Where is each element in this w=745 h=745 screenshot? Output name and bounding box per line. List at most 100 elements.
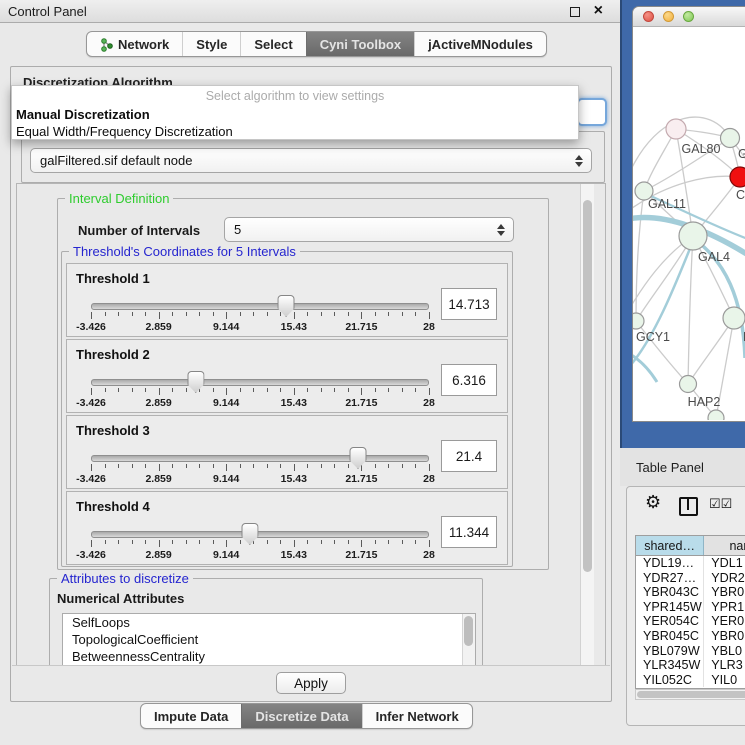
tab-select[interactable]: Select: [240, 32, 305, 56]
node-label-gal80: GAL80: [682, 142, 721, 156]
table-cell[interactable]: YBR0: [704, 585, 745, 600]
network-node-pink[interactable]: [666, 119, 686, 139]
node-attribute-table[interactable]: shared…name YDL19…YDL1YDR27…YDR2YBR043CY…: [635, 535, 745, 689]
float-window-icon[interactable]: [570, 7, 580, 17]
network-node-green[interactable]: [723, 307, 745, 329]
threshold-row-4: Threshold 4-3.4262.8599.14415.4321.71528…: [66, 491, 508, 565]
table-row[interactable]: YDL19…YDL1: [636, 556, 745, 571]
apply-button[interactable]: Apply: [276, 672, 346, 694]
table-cell[interactable]: YBL079W: [636, 644, 704, 659]
table-cell[interactable]: YBR043C: [636, 585, 704, 600]
table-panel: ⚙ ☑☑ shared…name YDL19…YDL1YDR27…YDR2YBR…: [626, 486, 745, 726]
node-label-gal11: GAL11: [648, 197, 686, 211]
attribute-item-topologicalcoefficient[interactable]: TopologicalCoefficient: [63, 631, 475, 648]
network-edge[interactable]: [688, 318, 734, 384]
threshold-value-field[interactable]: 6.316: [441, 364, 497, 396]
interval-definition-title: Interval Definition: [65, 191, 173, 206]
minimize-traffic-light-icon[interactable]: [663, 11, 674, 22]
tab-style[interactable]: Style: [182, 32, 240, 56]
threshold-label: Threshold 1: [76, 271, 150, 286]
algorithm-options: Manual DiscretizationEqual Width/Frequen…: [12, 106, 578, 140]
table-cell[interactable]: YLR345W: [636, 658, 704, 673]
table-cell[interactable]: YDR27…: [636, 571, 704, 586]
combo-spinner-icon: [575, 154, 583, 168]
attributes-list-scrollbar[interactable]: [462, 614, 475, 667]
numerical-attributes-list[interactable]: SelfLoopsTopologicalCoefficientBetweenne…: [62, 613, 476, 667]
table-row[interactable]: YBL079WYBL0: [636, 644, 745, 659]
table-row[interactable]: YBR043CYBR0: [636, 585, 745, 600]
network-node-red[interactable]: [730, 167, 745, 187]
threshold-value-field[interactable]: 14.713: [441, 288, 497, 320]
scale-label: 9.144: [213, 321, 239, 333]
network-edge[interactable]: [636, 191, 644, 321]
table-cell[interactable]: YBR045C: [636, 629, 704, 644]
tab-infer-network[interactable]: Infer Network: [362, 704, 472, 728]
network-node-green[interactable]: [708, 410, 724, 420]
select-rows-checkboxes-icon[interactable]: ☑☑: [709, 496, 732, 512]
table-row[interactable]: YDR27…YDR2: [636, 571, 745, 586]
zoom-traffic-light-icon[interactable]: [683, 11, 694, 22]
network-node-green[interactable]: [679, 222, 707, 250]
tab-discretize-data[interactable]: Discretize Data: [241, 704, 361, 728]
tab-cyni-toolbox[interactable]: Cyni Toolbox: [306, 32, 414, 56]
scale-label: 15.43: [281, 473, 307, 485]
algorithm-option-equal-width-frequency-discretization[interactable]: Equal Width/Frequency Discretization: [12, 123, 578, 140]
network-edge[interactable]: [633, 241, 693, 368]
tab-impute-data[interactable]: Impute Data: [141, 704, 241, 728]
bottom-tab-bar: Impute DataDiscretize DataInfer Network: [140, 703, 473, 729]
table-cell[interactable]: YDL1: [704, 556, 745, 571]
attribute-item-selfloops[interactable]: SelfLoops: [63, 614, 475, 631]
settings-gear-icon[interactable]: ⚙: [645, 492, 661, 513]
table-cell[interactable]: YER054C: [636, 614, 704, 629]
settings-vertical-scrollbar[interactable]: [580, 184, 594, 666]
tab-jactivemnodules[interactable]: jActiveMNodules: [414, 32, 546, 56]
threshold-value-field[interactable]: 21.4: [441, 440, 497, 472]
table-cell[interactable]: YBR0: [704, 629, 745, 644]
threshold-slider[interactable]: -3.4262.8599.14415.4321.71528: [91, 528, 429, 560]
thresholds-group: Threshold's Coordinates for 5 Intervals …: [61, 251, 513, 567]
close-traffic-light-icon[interactable]: [643, 11, 654, 22]
column-header-name[interactable]: name: [704, 536, 745, 555]
slider-track: [91, 303, 429, 310]
network-node-green[interactable]: [633, 313, 644, 329]
algorithm-combobox-focused[interactable]: [577, 98, 607, 126]
table-data-combobox[interactable]: galFiltered.sif default node: [30, 148, 592, 173]
table-horizontal-scrollbar[interactable]: [635, 689, 745, 700]
table-row[interactable]: YER054CYER0: [636, 614, 745, 629]
table-row[interactable]: YBR045CYBR0: [636, 629, 745, 644]
network-node-green[interactable]: [680, 376, 697, 393]
split-columns-icon[interactable]: [679, 497, 698, 516]
threshold-row-3: Threshold 3-3.4262.8599.14415.4321.71528…: [66, 415, 508, 489]
control-panel: Control Panel × NetworkStyleSelectCyni T…: [0, 0, 620, 745]
close-icon[interactable]: ×: [594, 1, 603, 21]
table-row[interactable]: YIL052CYIL0: [636, 673, 745, 688]
network-edge[interactable]: [688, 236, 693, 384]
threshold-rows: Threshold 1 -3.4262.8599.14415.4321.71528…: [62, 263, 512, 567]
number-of-intervals-combobox[interactable]: 5: [224, 217, 514, 242]
table-cell[interactable]: YPR145W: [636, 600, 704, 615]
table-cell[interactable]: YIL0: [704, 673, 745, 688]
column-header-shared-[interactable]: shared…: [636, 536, 704, 555]
threshold-slider[interactable]: -3.4262.8599.14415.4321.71528: [91, 452, 429, 484]
table-cell[interactable]: YPR1: [704, 600, 745, 615]
algorithm-prompt-item: Select algorithm to view settings: [12, 86, 578, 106]
threshold-value-field[interactable]: 11.344: [441, 516, 497, 548]
scale-label: 15.43: [281, 549, 307, 561]
network-canvas[interactable]: GAL80GACGAL11GAL4GCY1HHAP2: [633, 26, 745, 420]
slider-track: [91, 455, 429, 462]
network-node-green[interactable]: [721, 129, 740, 148]
network-edge[interactable]: [633, 353, 657, 382]
table-row[interactable]: YLR345WYLR3: [636, 658, 745, 673]
threshold-slider[interactable]: -3.4262.8599.14415.4321.71528: [91, 376, 429, 408]
table-cell[interactable]: YBL0: [704, 644, 745, 659]
table-row[interactable]: YPR145WYPR1: [636, 600, 745, 615]
attribute-item-betweennesscentrality[interactable]: BetweennessCentrality: [63, 648, 475, 665]
table-cell[interactable]: YDR2: [704, 571, 745, 586]
table-cell[interactable]: YIL052C: [636, 673, 704, 688]
tab-network[interactable]: Network: [87, 32, 182, 56]
table-cell[interactable]: YER0: [704, 614, 745, 629]
algorithm-option-manual-discretization[interactable]: Manual Discretization: [12, 106, 578, 123]
table-cell[interactable]: YDL19…: [636, 556, 704, 571]
table-cell[interactable]: YLR3: [704, 658, 745, 673]
threshold-slider[interactable]: -3.4262.8599.14415.4321.71528: [91, 300, 429, 332]
